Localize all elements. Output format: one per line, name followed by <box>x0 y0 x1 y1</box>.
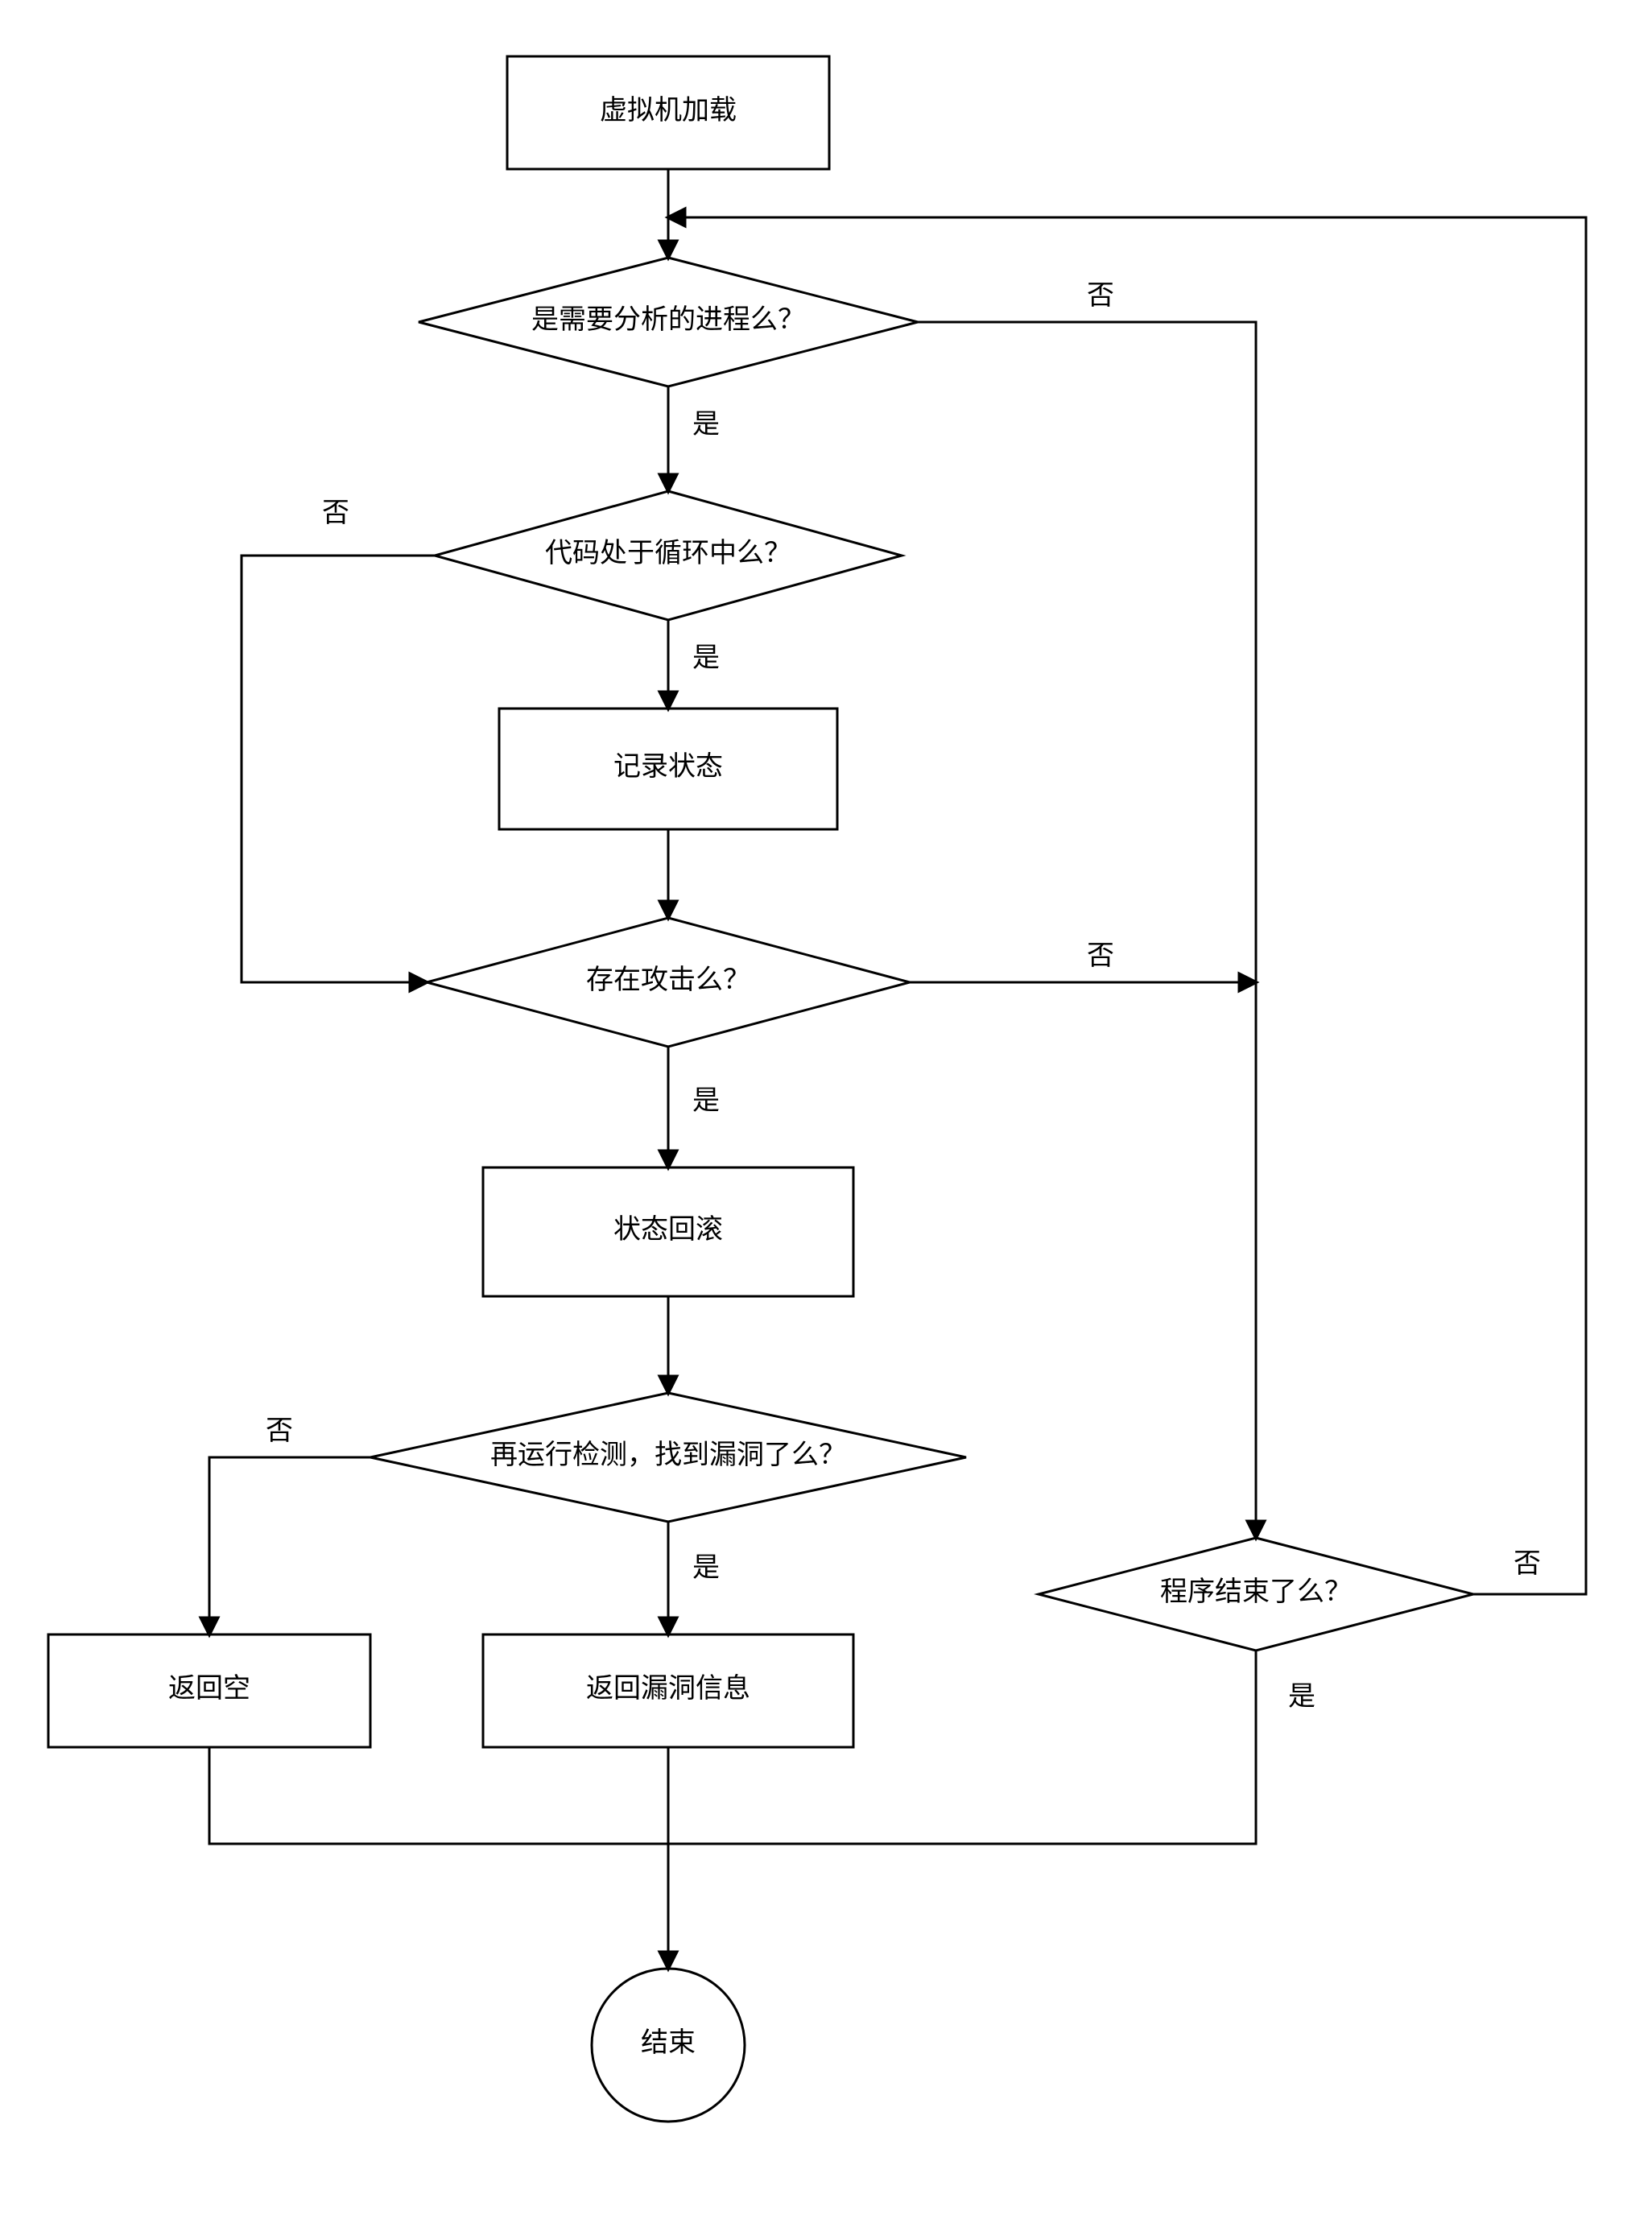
node-rerun-detect: 再运行检测，找到漏洞了么？ <box>370 1393 966 1522</box>
edge-d1-no-d5 <box>918 322 1256 1538</box>
node-in-loop: 代码处于循环中么？ <box>435 491 902 620</box>
label-d2-yes: 是 <box>692 643 720 673</box>
label-d4-yes: 是 <box>692 1553 720 1583</box>
edge-d2-no-d3 <box>242 556 435 982</box>
node-return-info: 返回漏洞信息 <box>483 1634 853 1747</box>
label-d2-no: 否 <box>322 498 349 528</box>
edge-d4-no-p3a <box>209 1457 370 1634</box>
node-program-finished-text: 程序结束了么？ <box>1160 1576 1352 1607</box>
node-record-state: 记录状态 <box>499 709 837 829</box>
node-end-text: 结束 <box>641 2027 696 2058</box>
edge-p3a-join <box>209 1747 668 1844</box>
label-d4-no: 否 <box>266 1416 293 1446</box>
label-d3-no: 否 <box>1087 941 1114 971</box>
node-program-finished: 程序结束了么？ <box>1039 1538 1473 1651</box>
node-need-analyze-text: 是需要分析的进程么？ <box>531 304 805 335</box>
label-d1-yes: 是 <box>692 410 720 440</box>
flowchart-canvas: 虚拟机加载 是需要分析的进程么？ 代码处于循环中么？ 记录状态 存在攻击么？ 状… <box>0 0 1652 2219</box>
node-state-rollback-text: 状态回滚 <box>613 1214 723 1245</box>
node-return-null: 返回空 <box>48 1634 370 1747</box>
node-vm-load-text: 虚拟机加载 <box>600 95 737 126</box>
node-vm-load: 虚拟机加载 <box>507 56 829 169</box>
node-rerun-detect-text: 再运行检测，找到漏洞了么？ <box>490 1440 846 1470</box>
label-d3-yes: 是 <box>692 1086 720 1116</box>
node-return-info-text: 返回漏洞信息 <box>586 1673 750 1704</box>
label-d5-no: 否 <box>1514 1549 1541 1579</box>
node-end: 结束 <box>592 1969 745 2122</box>
node-need-analyze: 是需要分析的进程么？ <box>419 258 918 386</box>
node-has-attack: 存在攻击么？ <box>427 918 910 1047</box>
node-in-loop-text: 代码处于循环中么？ <box>545 538 791 568</box>
node-has-attack-text: 存在攻击么？ <box>586 965 750 995</box>
edge-d5-no-loop <box>668 217 1586 1594</box>
label-d5-yes: 是 <box>1288 1682 1315 1712</box>
node-return-null-text: 返回空 <box>168 1673 250 1704</box>
label-d1-no: 否 <box>1087 281 1114 311</box>
node-state-rollback: 状态回滚 <box>483 1167 853 1296</box>
node-record-state-text: 记录状态 <box>613 751 723 782</box>
